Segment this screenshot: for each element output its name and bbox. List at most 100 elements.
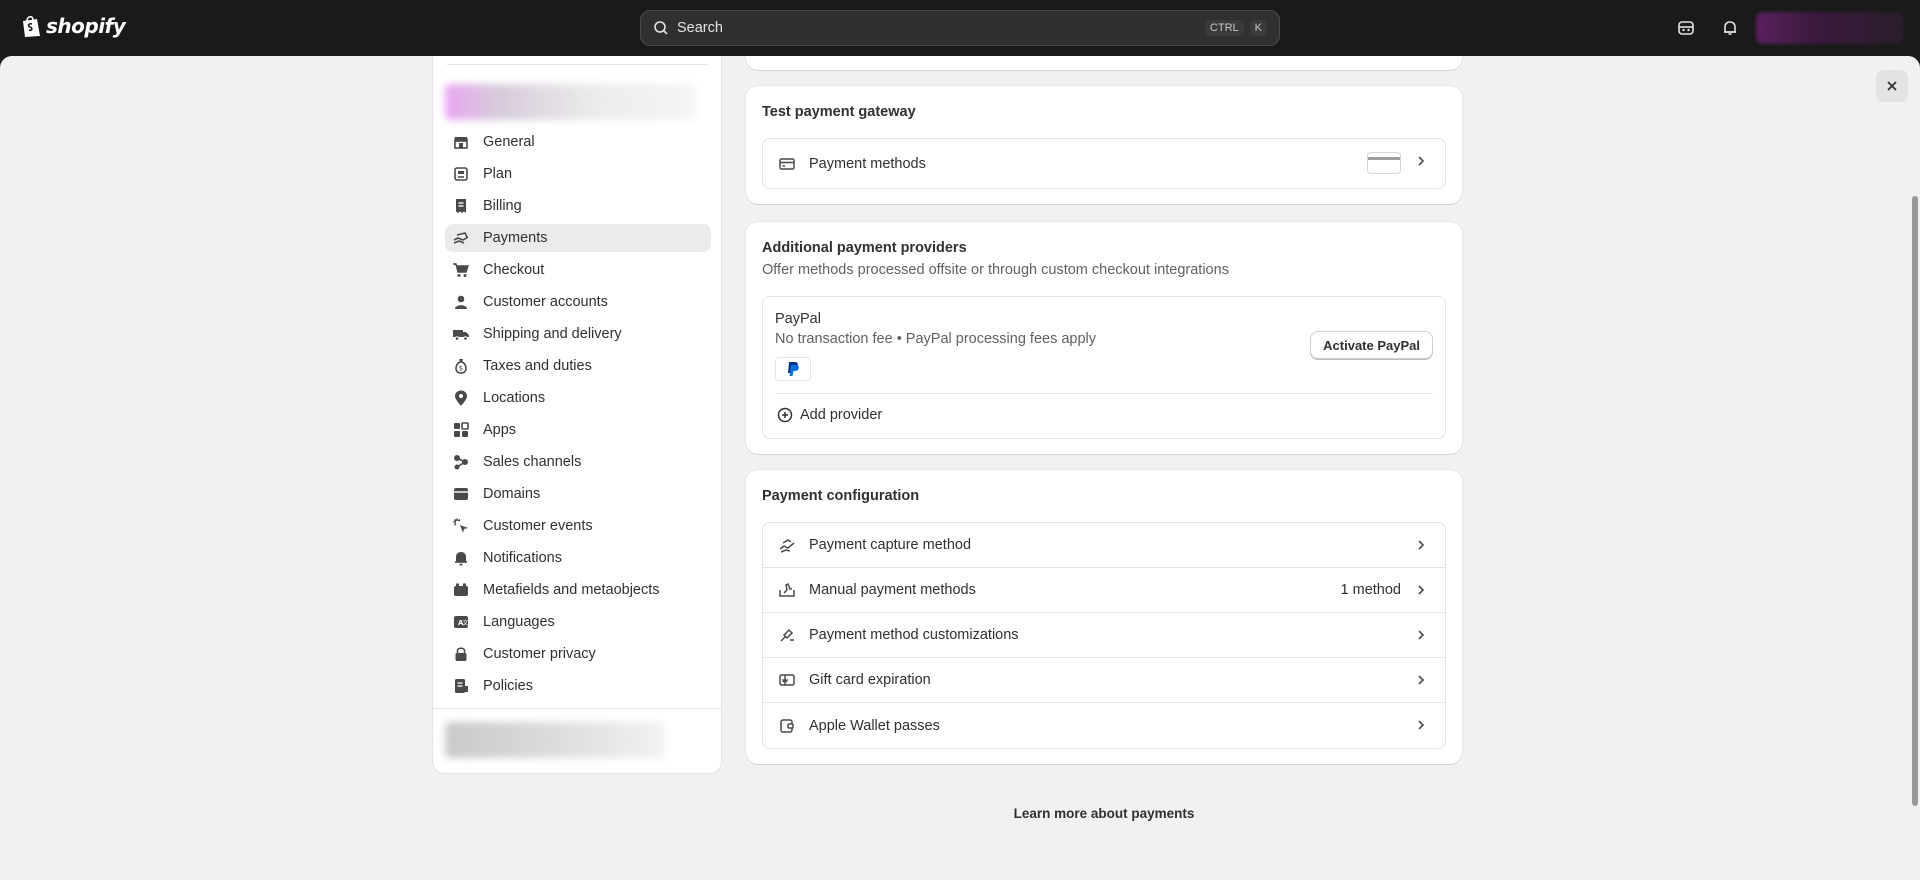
apps-icon xyxy=(451,420,471,440)
svg-text:文: 文 xyxy=(463,619,469,627)
card-title: Additional payment providers xyxy=(762,240,967,256)
sidebar-item-label: Checkout xyxy=(483,262,545,278)
wallet-icon xyxy=(777,716,797,736)
row-label: Payment method customizations xyxy=(809,627,1019,643)
sidebar-item-customer-privacy[interactable]: Customer privacy xyxy=(445,640,711,668)
payment-method-customizations-row[interactable]: Payment method customizations xyxy=(763,613,1445,658)
shopify-wordmark: shopify xyxy=(46,14,126,38)
sidebar-item-apps[interactable]: Apps xyxy=(445,416,711,444)
page-scrollbar[interactable] xyxy=(1912,196,1918,806)
sidebar-item-sales-channels[interactable]: Sales channels xyxy=(445,448,711,476)
account-menu[interactable] xyxy=(1756,12,1904,44)
chevron-right-icon xyxy=(1411,151,1431,171)
sidebar-item-plan[interactable]: Plan xyxy=(445,160,711,188)
sidebar-item-customer-accounts[interactable]: Customer accounts xyxy=(445,288,711,316)
sidekick-icon xyxy=(1678,21,1694,35)
sidebar-item-label: Languages xyxy=(483,614,555,630)
row-label: Payment capture method xyxy=(809,537,972,553)
activate-paypal-button[interactable]: Activate PayPal xyxy=(1310,331,1433,359)
sidebar-item-metafields-and-metaobjects[interactable]: Metafields and metaobjects xyxy=(445,576,711,604)
sidebar-item-label: Customer events xyxy=(483,518,593,534)
capture-icon xyxy=(777,535,797,555)
providers-list: PayPal No transaction fee • PayPal proce… xyxy=(762,296,1446,439)
row-label: Payment methods xyxy=(809,155,926,172)
sidebar-item-label: Customer accounts xyxy=(483,294,608,310)
sidebar-item-payments[interactable]: Payments xyxy=(445,224,711,252)
bell-icon xyxy=(1724,21,1736,35)
person-icon xyxy=(451,292,471,312)
sidebar-item-shipping-and-delivery[interactable]: Shipping and delivery xyxy=(445,320,711,348)
sidebar-item-label: Apps xyxy=(483,422,517,438)
payment-capture-method-row[interactable]: Payment capture method xyxy=(763,523,1445,568)
sidebar-divider-top xyxy=(447,64,707,65)
close-icon xyxy=(1887,81,1897,91)
sidebar-item-checkout[interactable]: Checkout xyxy=(445,256,711,284)
search-input[interactable] xyxy=(677,20,1205,36)
svg-text:$: $ xyxy=(459,365,463,373)
providers-divider xyxy=(775,393,1433,394)
money-bag-icon: $ xyxy=(451,356,471,376)
channels-icon xyxy=(451,452,471,472)
top-bar: shopify CTRL K xyxy=(0,0,1920,56)
bell-icon xyxy=(451,548,471,568)
search-shortcut: CTRL K xyxy=(1204,20,1267,36)
plus-circle-icon xyxy=(777,407,793,423)
shopify-bag-icon xyxy=(23,15,40,37)
add-provider-button[interactable]: Add provider xyxy=(777,407,882,423)
user-profile[interactable] xyxy=(445,722,665,758)
test-gateway-list: Payment methods xyxy=(762,138,1446,189)
shopify-logo[interactable]: shopify xyxy=(20,14,126,38)
learn-more-link[interactable]: Learn more about payments xyxy=(746,806,1462,821)
gift-card-expiration-row[interactable]: Gift card expiration xyxy=(763,658,1445,703)
sidebar-item-label: Metafields and metaobjects xyxy=(483,582,660,598)
settings-sidebar: General Plan Billing Payments Checkout C… xyxy=(432,56,722,774)
sidebar-item-languages[interactable]: A文 Languages xyxy=(445,608,711,636)
globe-icon xyxy=(451,484,471,504)
close-button[interactable] xyxy=(1876,70,1908,102)
sidebar-item-label: Policies xyxy=(483,678,533,694)
credit-card-icon xyxy=(777,154,797,174)
search-bar[interactable]: CTRL K xyxy=(640,10,1280,46)
row-label: Gift card expiration xyxy=(809,672,931,688)
sidekick-button[interactable] xyxy=(1674,16,1698,40)
card-subtitle: Offer methods processed offsite or throu… xyxy=(762,262,1229,278)
paypal-logo xyxy=(775,357,811,381)
store-selector[interactable] xyxy=(445,84,695,120)
sidebar-item-taxes-and-duties[interactable]: $ Taxes and duties xyxy=(445,352,711,380)
sidebar-item-label: General xyxy=(483,134,535,150)
notifications-button[interactable] xyxy=(1718,16,1742,40)
row-label: Apple Wallet passes xyxy=(809,717,940,734)
settings-page: General Plan Billing Payments Checkout C… xyxy=(0,56,1920,880)
location-icon xyxy=(451,388,471,408)
sidebar-item-general[interactable]: General xyxy=(445,128,711,156)
language-icon: A文 xyxy=(451,612,471,632)
lock-icon xyxy=(451,644,471,664)
chevron-right-icon xyxy=(1411,535,1431,555)
sidebar-item-domains[interactable]: Domains xyxy=(445,480,711,508)
settings-nav: General Plan Billing Payments Checkout C… xyxy=(445,128,711,704)
chevron-right-icon xyxy=(1411,670,1431,690)
cash-hand-icon xyxy=(451,228,471,248)
paypal-icon xyxy=(788,362,799,376)
card-previous xyxy=(746,56,1462,70)
sidebar-item-billing[interactable]: Billing xyxy=(445,192,711,220)
chevron-right-icon xyxy=(1411,580,1431,600)
additional-payment-providers-card: Additional payment providers Offer metho… xyxy=(746,222,1462,454)
sidebar-item-label: Notifications xyxy=(483,550,562,566)
payment-configuration-card: Payment configuration Payment capture me… xyxy=(746,470,1462,764)
shortcut-key-k: K xyxy=(1249,20,1267,36)
shortcut-key-ctrl: CTRL xyxy=(1204,20,1244,36)
sidebar-item-locations[interactable]: Locations xyxy=(445,384,711,412)
sidebar-item-policies[interactable]: Policies xyxy=(445,672,711,700)
search-icon xyxy=(654,21,668,35)
manual-payment-methods-row[interactable]: Manual payment methods 1 method xyxy=(763,568,1445,613)
sidebar-item-label: Domains xyxy=(483,486,541,502)
sidebar-item-label: Plan xyxy=(483,166,513,182)
store-icon xyxy=(451,132,471,152)
apple-wallet-passes-row[interactable]: Apple Wallet passes xyxy=(763,703,1445,748)
payment-methods-row[interactable]: Payment methods xyxy=(763,139,1445,188)
sidebar-item-customer-events[interactable]: Customer events xyxy=(445,512,711,540)
sidebar-item-notifications[interactable]: Notifications xyxy=(445,544,711,572)
chevron-right-icon xyxy=(1411,625,1431,645)
truck-icon xyxy=(451,324,471,344)
